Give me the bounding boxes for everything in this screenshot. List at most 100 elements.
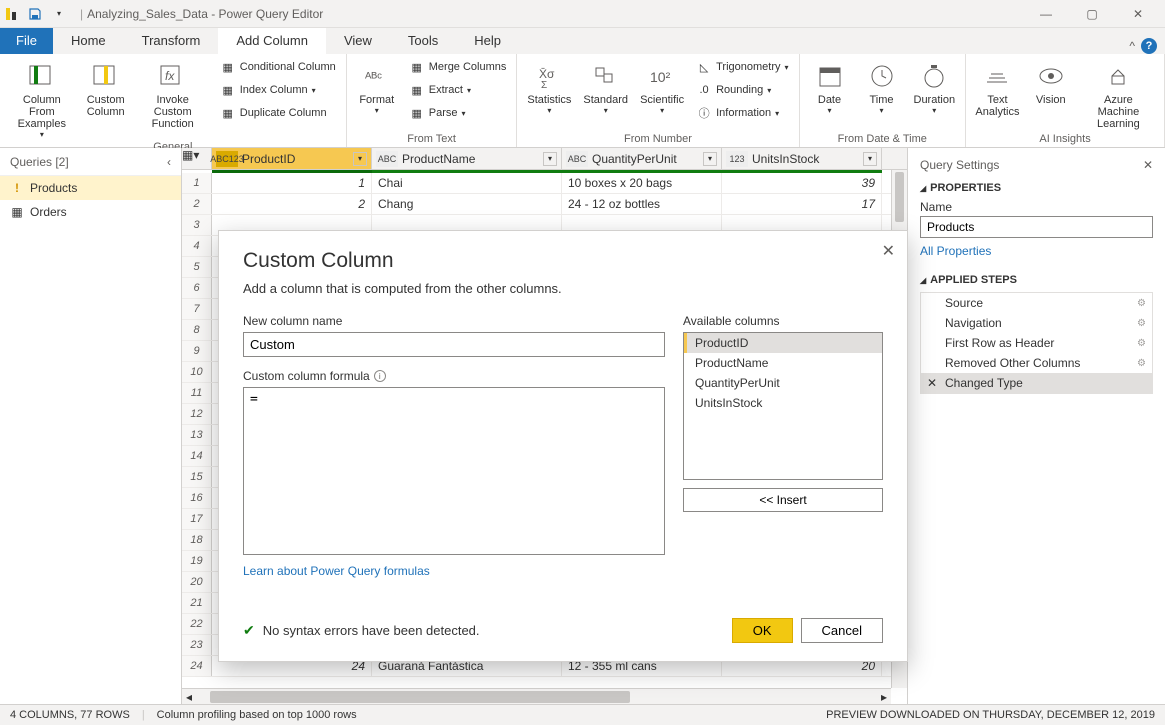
all-properties-link[interactable]: All Properties [920,244,1153,258]
applied-step[interactable]: Source⚙ [921,293,1152,313]
duplicate-column-button[interactable]: ▦Duplicate Column [216,102,340,124]
row-number[interactable]: 18 [182,530,212,550]
cell[interactable]: 17 [722,194,882,214]
column-from-examples-button[interactable]: Column From Examples ▾ [6,56,78,139]
hscroll-thumb[interactable] [210,691,630,703]
row-number[interactable]: 1 [182,173,212,193]
vscroll-thumb[interactable] [895,172,904,222]
duration-button[interactable]: Duration▾ [910,56,960,115]
datatype-icon[interactable]: ABC [566,151,588,167]
information-button[interactable]: ⓘInformation▾ [692,102,792,124]
standard-button[interactable]: Standard▾ [579,56,632,115]
row-number[interactable]: 3 [182,215,212,235]
info-icon[interactable]: i [374,370,386,382]
filter-dropdown-icon[interactable]: ▾ [353,152,367,166]
statistics-button[interactable]: X̄σΣStatistics▾ [523,56,575,115]
row-number[interactable]: 4 [182,236,212,256]
available-columns-list[interactable]: ProductIDProductNameQuantityPerUnitUnits… [683,332,883,480]
date-button[interactable]: Date▾ [806,56,854,115]
merge-columns-button[interactable]: ▦Merge Columns [405,56,511,78]
insert-button[interactable]: << Insert [683,488,883,512]
new-column-name-input[interactable] [243,332,665,357]
row-number[interactable]: 23 [182,635,212,655]
hscroll-left-icon[interactable]: ◂ [182,690,196,704]
horizontal-scrollbar[interactable]: ◂ ▸ [182,688,891,704]
qat-dropdown-icon[interactable]: ▾ [48,3,70,25]
tab-view[interactable]: View [326,28,390,54]
column-header[interactable]: ABC123ProductID▾ [212,148,372,169]
tab-transform[interactable]: Transform [124,28,219,54]
tab-help[interactable]: Help [456,28,519,54]
row-number[interactable]: 24 [182,656,212,676]
row-number[interactable]: 20 [182,572,212,592]
row-number[interactable]: 19 [182,551,212,571]
row-number[interactable]: 8 [182,320,212,340]
hscroll-right-icon[interactable]: ▸ [877,690,891,704]
rownum-header[interactable]: ▦▾ [182,148,212,169]
ok-button[interactable]: OK [732,618,793,643]
cell[interactable]: 39 [722,173,882,193]
row-number[interactable]: 2 [182,194,212,214]
azure-ml-button[interactable]: Azure Machine Learning [1079,56,1158,130]
datatype-icon[interactable]: ABC [376,151,398,167]
gear-icon[interactable]: ⚙ [1137,358,1146,369]
close-button[interactable]: ✕ [1115,0,1161,28]
scientific-button[interactable]: 10²Scientific▾ [636,56,688,115]
cell[interactable]: 24 - 12 oz bottles [562,194,722,214]
cell[interactable]: 1 [212,173,372,193]
cell[interactable]: 2 [212,194,372,214]
close-settings-icon[interactable]: ✕ [1143,158,1153,172]
extract-button[interactable]: ▦Extract▾ [405,79,511,101]
applied-step[interactable]: Navigation⚙ [921,313,1152,333]
row-number[interactable]: 5 [182,257,212,277]
format-button[interactable]: ᴬᴮᶜ Format▾ [353,56,401,115]
available-column-item[interactable]: ProductID [684,333,882,353]
tab-home[interactable]: Home [53,28,124,54]
parse-button[interactable]: ▦Parse▾ [405,102,511,124]
available-column-item[interactable]: QuantityPerUnit [684,373,882,393]
tab-tools[interactable]: Tools [390,28,456,54]
text-analytics-button[interactable]: Text Analytics [972,56,1023,118]
time-button[interactable]: Time▾ [858,56,906,115]
learn-formulas-link[interactable]: Learn about Power Query formulas [243,564,430,578]
table-row[interactable]: 11Chai10 boxes x 20 bags39 [182,173,907,194]
query-item[interactable]: ▦Orders [0,200,181,224]
gear-icon[interactable]: ⚙ [1137,298,1146,309]
vision-button[interactable]: Vision [1027,56,1075,106]
row-number[interactable]: 21 [182,593,212,613]
row-number[interactable]: 13 [182,425,212,445]
row-number[interactable]: 9 [182,341,212,361]
row-number[interactable]: 22 [182,614,212,634]
cancel-button[interactable]: Cancel [801,618,883,643]
row-number[interactable]: 6 [182,278,212,298]
applied-step[interactable]: First Row as Header⚙ [921,333,1152,353]
row-number[interactable]: 12 [182,404,212,424]
gear-icon[interactable]: ⚙ [1137,318,1146,329]
query-item[interactable]: !Products [0,176,181,200]
rounding-button[interactable]: .0Rounding▾ [692,79,792,101]
minimize-button[interactable]: — [1023,0,1069,28]
row-number[interactable]: 16 [182,488,212,508]
index-column-button[interactable]: ▦Index Column▾ [216,79,340,101]
formula-input[interactable] [243,387,665,555]
row-number[interactable]: 15 [182,467,212,487]
file-tab[interactable]: File [0,28,53,54]
cell[interactable]: Chai [372,173,562,193]
datatype-icon[interactable]: 123 [726,151,748,167]
cell[interactable]: 10 boxes x 20 bags [562,173,722,193]
column-header[interactable]: ABCQuantityPerUnit▾ [562,148,722,169]
cell[interactable]: Chang [372,194,562,214]
help-icon[interactable]: ? [1141,38,1157,54]
conditional-column-button[interactable]: ▦Conditional Column [216,56,340,78]
table-row[interactable]: 22Chang24 - 12 oz bottles17 [182,194,907,215]
row-number[interactable]: 10 [182,362,212,382]
maximize-button[interactable]: ▢ [1069,0,1115,28]
tab-add-column[interactable]: Add Column [218,28,326,54]
available-column-item[interactable]: ProductName [684,353,882,373]
collapse-ribbon-icon[interactable]: ^ [1129,39,1135,53]
row-number[interactable]: 7 [182,299,212,319]
filter-dropdown-icon[interactable]: ▾ [703,152,717,166]
applied-step[interactable]: ✕Changed Type [921,373,1152,393]
dialog-close-icon[interactable]: ✕ [882,241,895,261]
filter-dropdown-icon[interactable]: ▾ [543,152,557,166]
